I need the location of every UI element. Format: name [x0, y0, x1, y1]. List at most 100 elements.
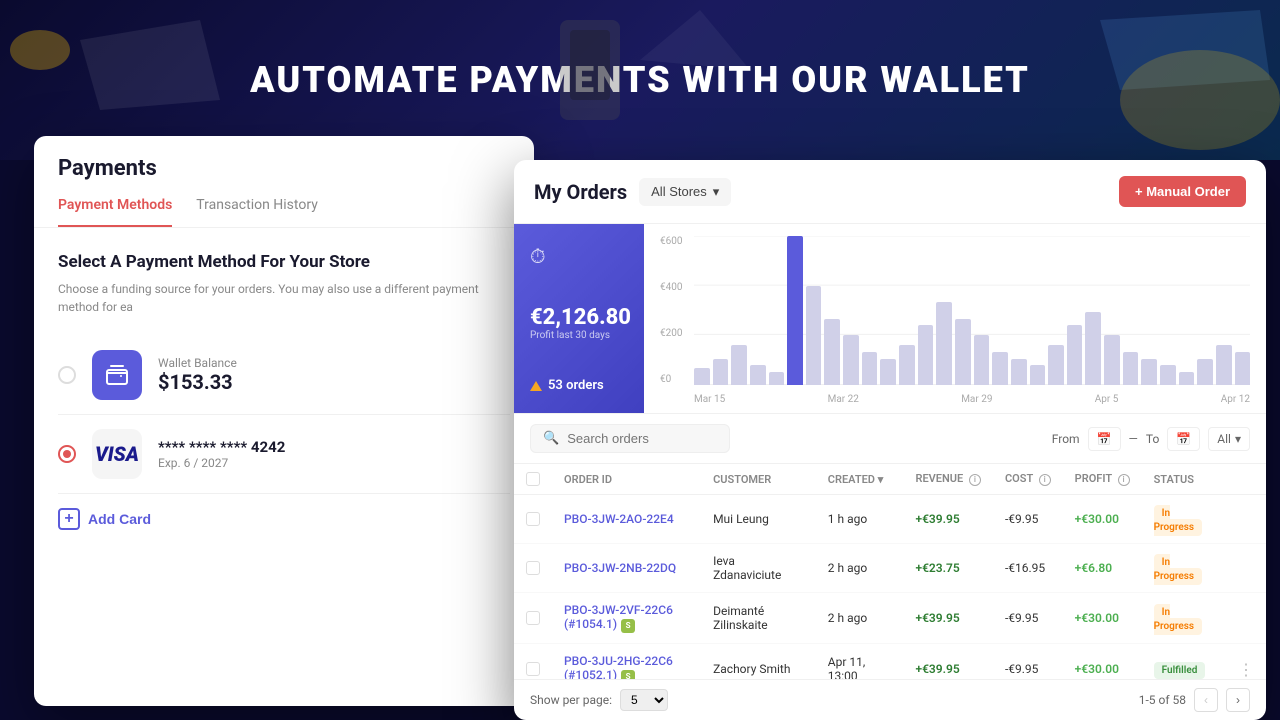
card-mask: **** **** **** 4242	[158, 438, 285, 456]
chart-x-labels: Mar 15 Mar 22 Mar 29 Apr 5 Apr 12	[694, 394, 1250, 405]
visa-logo: VISA	[95, 442, 139, 466]
manual-order-label: + Manual Order	[1135, 184, 1230, 199]
chart-bar-0	[694, 368, 710, 385]
manual-order-button[interactable]: + Manual Order	[1119, 176, 1246, 207]
orders-title: My Orders	[534, 180, 627, 204]
created-cell-0: 1 h ago	[816, 495, 904, 544]
status-badge-2: In Progress	[1154, 604, 1202, 635]
select-all-checkbox[interactable]	[526, 472, 540, 486]
revenue-cell-3: +€39.95	[903, 644, 992, 680]
profit-info-icon: i	[1118, 474, 1130, 486]
customer-cell-3: Zachory Smith	[701, 644, 816, 680]
orders-data-table: ORDER ID CUSTOMER CREATED ▾ REVENUE i CO…	[514, 464, 1266, 679]
add-card-plus-icon: +	[58, 508, 80, 530]
chart-bars-area	[694, 236, 1250, 385]
hero-title: AUTOMATE PAYMENTS WITH OUR WALLET	[250, 59, 1030, 101]
col-customer: CUSTOMER	[701, 464, 816, 495]
wallet-option[interactable]: Wallet Balance $153.33	[58, 336, 510, 415]
row-checkbox-0[interactable]	[526, 512, 540, 526]
stats-triangle-icon	[530, 381, 542, 391]
prev-page-button[interactable]: ‹	[1194, 688, 1218, 712]
y-label-600: €600	[660, 236, 682, 247]
col-order-id: ORDER ID	[552, 464, 701, 495]
wallet-label: Wallet Balance	[158, 356, 237, 370]
calendar-from-icon: 📅	[1097, 432, 1112, 446]
all-stores-label: All Stores	[651, 184, 707, 199]
date-range-separator: —	[1129, 432, 1138, 446]
order-id-link-0[interactable]: PBO-3JW-2AO-22E4	[564, 512, 674, 526]
chart-bar-19	[1048, 345, 1064, 385]
order-id-link-2[interactable]: PBO-3JW-2VF-22C6 (#1054.1)	[564, 603, 673, 631]
profit-cell-2: +€30.00	[1063, 593, 1142, 644]
x-label-apr12: Apr 12	[1221, 394, 1250, 405]
to-label: To	[1146, 432, 1159, 446]
wallet-radio[interactable]	[58, 366, 76, 384]
order-id-link-3[interactable]: PBO-3JU-2HG-22C6 (#1052.1)	[564, 654, 673, 679]
to-date-input[interactable]: 📅	[1167, 427, 1200, 451]
all-stores-button[interactable]: All Stores ▾	[639, 178, 731, 206]
row-checkbox-1[interactable]	[526, 561, 540, 575]
chart-bar-23	[1123, 352, 1139, 385]
revenue-cell-1: +€23.75	[903, 544, 992, 593]
chart-bar-8	[843, 335, 859, 385]
pagination: 1-5 of 58 ‹ ›	[1139, 688, 1250, 712]
more-options-icon[interactable]: ⋮	[1238, 660, 1254, 679]
card-radio[interactable]	[58, 445, 76, 463]
revenue-info-icon: i	[969, 474, 981, 486]
from-label: From	[1052, 432, 1080, 446]
next-page-button[interactable]: ›	[1226, 688, 1250, 712]
per-page-select[interactable]: 5 10 25	[620, 689, 668, 711]
select-method-title: Select A Payment Method For Your Store	[58, 252, 510, 272]
status-badge-0: In Progress	[1154, 505, 1202, 536]
search-box[interactable]: 🔍	[530, 424, 730, 453]
orders-left: My Orders All Stores ▾	[534, 178, 731, 206]
stats-amount: €2,126.80	[530, 305, 628, 330]
chart-bar-12	[918, 325, 934, 385]
payments-body: Select A Payment Method For Your Store C…	[34, 228, 534, 568]
wallet-info: Wallet Balance $153.33	[158, 356, 237, 394]
from-date-input[interactable]: 📅	[1088, 427, 1121, 451]
search-input[interactable]	[567, 431, 717, 446]
customer-cell-1: Ieva Zdanaviciute	[701, 544, 816, 593]
row-checkbox-3[interactable]	[526, 662, 540, 676]
chart-bar-25	[1160, 365, 1176, 385]
status-badge-1: In Progress	[1154, 554, 1202, 585]
profit-cell-0: +€30.00	[1063, 495, 1142, 544]
cost-cell-1: -€16.95	[993, 544, 1063, 593]
stats-label: Profit last 30 days	[530, 330, 628, 341]
stats-clock-icon: ⏱	[530, 244, 628, 268]
orders-table: ORDER ID CUSTOMER CREATED ▾ REVENUE i CO…	[514, 464, 1266, 679]
add-card-button[interactable]: + Add Card	[58, 494, 151, 544]
tab-transaction-history[interactable]: Transaction History	[196, 197, 318, 227]
payments-tabs: Payment Methods Transaction History	[58, 197, 510, 227]
chart-bar-10	[880, 359, 896, 385]
revenue-cell-2: +€39.95	[903, 593, 992, 644]
col-cost: COST i	[993, 464, 1063, 495]
cost-cell-3: -€9.95	[993, 644, 1063, 680]
chart-bar-29	[1235, 352, 1251, 385]
add-card-label: Add Card	[88, 511, 151, 527]
chart-bar-2	[731, 345, 747, 385]
row-checkbox-2[interactable]	[526, 611, 540, 625]
card-option[interactable]: VISA **** **** **** 4242 Exp. 6 / 2027	[58, 415, 510, 494]
chart-container: €0 €200 €400 €600 Mar 15 Mar 22 Mar 29 A…	[644, 224, 1266, 413]
table-row: PBO-3JU-2HG-22C6 (#1052.1)S Zachory Smit…	[514, 644, 1266, 680]
col-revenue: REVENUE i	[903, 464, 992, 495]
profit-cell-1: +€6.80	[1063, 544, 1142, 593]
payments-title: Payments	[58, 156, 510, 181]
card-info: **** **** **** 4242 Exp. 6 / 2027	[158, 438, 285, 470]
order-id-link-1[interactable]: PBO-3JW-2NB-22DQ	[564, 561, 676, 575]
chart-area: ⏱ €2,126.80 Profit last 30 days 53 order…	[514, 224, 1266, 414]
table-row: PBO-3JW-2AO-22E4 Mui Leung 1 h ago +€39.…	[514, 495, 1266, 544]
chart-bar-28	[1216, 345, 1232, 385]
stats-footer: 53 orders	[530, 378, 628, 393]
tab-payment-methods[interactable]: Payment Methods	[58, 197, 172, 227]
col-status: STATUS	[1142, 464, 1226, 495]
chart-bar-3	[750, 365, 766, 385]
chart-bar-26	[1179, 372, 1195, 385]
status-filter[interactable]: All ▾	[1208, 427, 1250, 451]
chart-bar-13	[936, 302, 952, 385]
chart-bar-5	[787, 236, 803, 385]
chart-bar-7	[824, 319, 840, 385]
payments-header: Payments Payment Methods Transaction His…	[34, 136, 534, 228]
